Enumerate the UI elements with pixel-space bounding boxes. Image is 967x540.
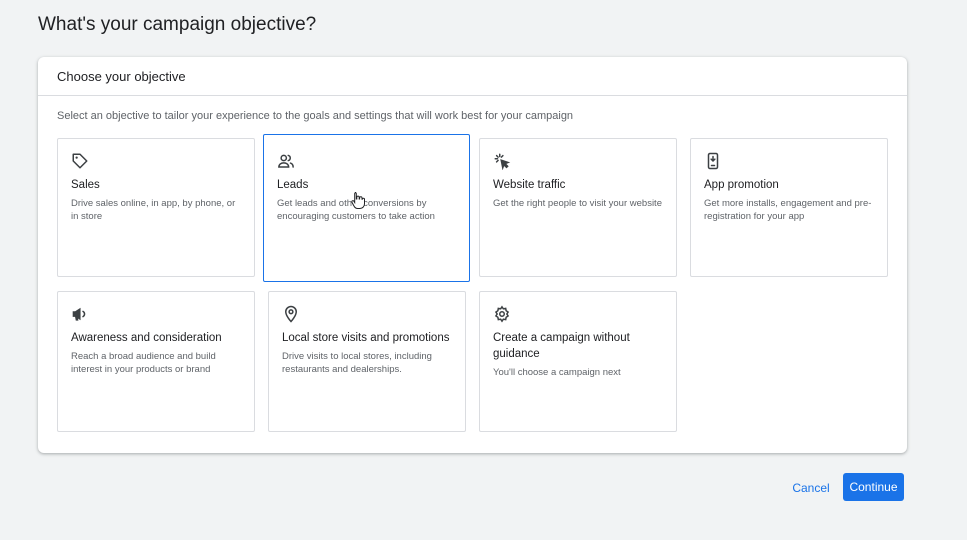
objective-panel: Choose your objective Select an objectiv…: [38, 57, 907, 453]
cursor-click-icon: [493, 152, 511, 170]
objective-card-sales[interactable]: Sales Drive sales online, in app, by pho…: [57, 138, 255, 277]
panel-description: Select an objective to tailor your exper…: [57, 110, 574, 122]
objective-title: Leads: [277, 179, 309, 191]
objective-description: Get the right people to visit your websi…: [493, 198, 662, 209]
objective-description: You'll choose a campaign next: [493, 367, 621, 378]
panel-header: Choose your objective: [38, 57, 907, 96]
objective-description: Get more installs, engagement and pre-re…: [704, 198, 872, 222]
objective-card-awareness[interactable]: Awareness and consideration Reach a broa…: [57, 291, 255, 432]
objective-card-website-traffic[interactable]: Website traffic Get the right people to …: [479, 138, 677, 277]
objective-card-no-guidance[interactable]: Create a campaign without guidance You'l…: [479, 291, 677, 432]
objective-description: Drive sales online, in app, by phone, or…: [71, 198, 236, 222]
objective-card-app-promotion[interactable]: App promotion Get more installs, engagem…: [690, 138, 888, 277]
megaphone-icon: [71, 305, 89, 323]
tag-icon: [71, 152, 89, 170]
hand-pointer-icon: [351, 192, 365, 209]
continue-button[interactable]: Continue: [843, 473, 904, 501]
objective-card-leads[interactable]: Leads Get leads and other conversions by…: [263, 134, 470, 282]
people-icon: [277, 152, 295, 170]
objective-description: Reach a broad audience and build interes…: [71, 351, 216, 375]
gear-icon: [493, 305, 511, 323]
objective-title: App promotion: [704, 179, 779, 191]
cancel-button[interactable]: Cancel: [786, 474, 836, 501]
objective-card-local-store[interactable]: Local store visits and promotions Drive …: [268, 291, 466, 432]
phone-download-icon: [704, 152, 722, 170]
objective-description: Get leads and other conversions by encou…: [277, 198, 435, 222]
location-pin-icon: [282, 305, 300, 323]
objective-title: Local store visits and promotions: [282, 332, 450, 344]
objective-title: Awareness and consideration: [71, 332, 222, 344]
page-title: What's your campaign objective?: [38, 14, 317, 35]
objective-title: Website traffic: [493, 179, 566, 191]
objective-description: Drive visits to local stores, including …: [282, 351, 432, 375]
objective-title: Create a campaign without guidance: [493, 332, 630, 360]
objective-title: Sales: [71, 179, 100, 191]
